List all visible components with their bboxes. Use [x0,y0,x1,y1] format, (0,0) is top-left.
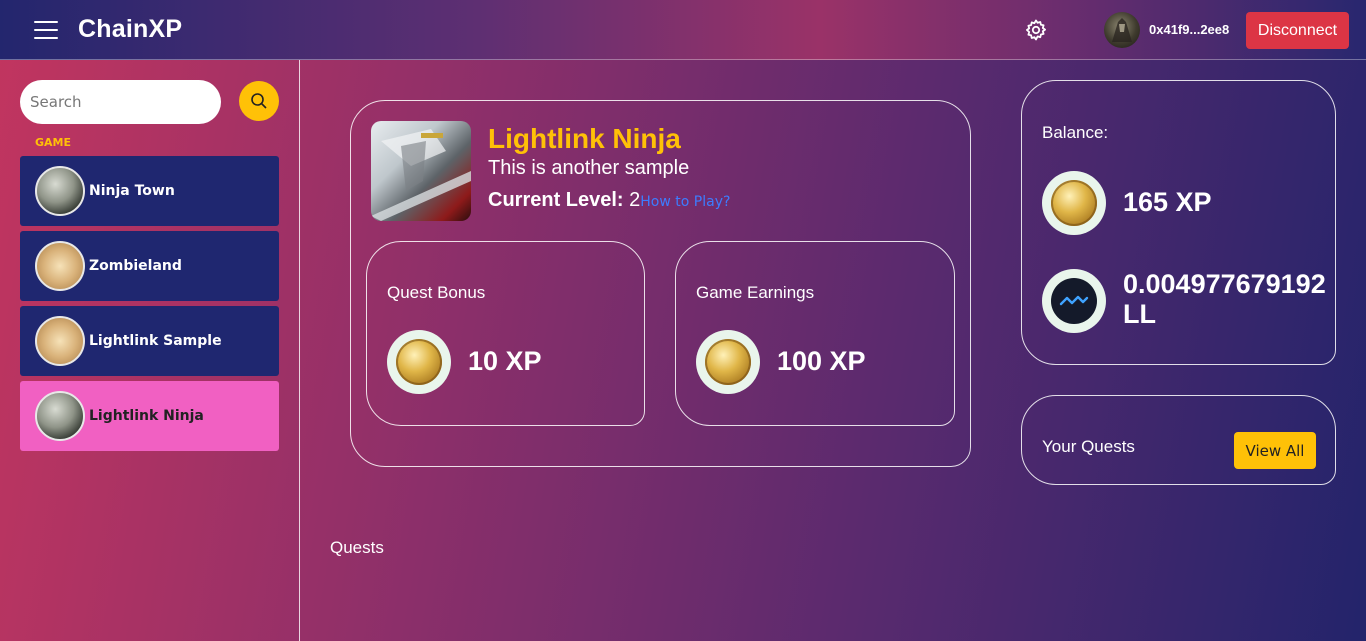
level-label: Current Level: [488,189,624,211]
sidebar-item-zombieland[interactable]: Zombieland [20,231,279,301]
section-label-game: GAME [35,136,72,149]
balance-ll: 0.004977679192 LL [1123,269,1326,329]
your-quests-card: Your Quests View All [1021,395,1336,485]
sidebar-item-label: Lightlink Sample [89,333,222,349]
disconnect-button[interactable]: Disconnect [1246,12,1349,49]
balance-xp: 165 XP [1123,187,1212,217]
game-title: Lightlink Ninja [488,123,681,154]
current-level: Current Level: 2How to Play? [488,189,730,212]
sidebar-item-ninja-town[interactable]: Ninja Town [20,156,279,226]
gear-icon[interactable] [1024,18,1048,42]
your-quests-label: Your Quests [1042,437,1135,456]
game-cover-image [371,121,471,221]
level-value: 2 [623,189,641,211]
game-thumbnail [35,166,85,216]
avatar[interactable] [1104,12,1140,48]
sidebar: GAME Ninja Town Zombieland Lightlink Sam… [0,60,300,641]
game-thumbnail [35,241,85,291]
how-to-play-link[interactable]: How to Play? [640,194,730,210]
top-bar: ChainXP 0x41f9...2ee8 Disconnect [0,0,1366,60]
balance-card: Balance: 165 XP 0.004977679192 LL [1021,80,1336,365]
view-all-button[interactable]: View All [1234,432,1316,469]
game-thumbnail [35,391,85,441]
lightlink-token-icon [1042,269,1106,333]
search-button[interactable] [239,81,279,121]
search-input[interactable] [20,80,221,124]
quest-bonus-card: Quest Bonus 10 XP [366,241,645,426]
game-thumbnail [35,316,85,366]
game-description: This is another sample [488,157,690,179]
sidebar-item-lightlink-ninja[interactable]: Lightlink Ninja [20,381,279,451]
wallet-address: 0x41f9...2ee8 [1149,22,1230,37]
search-icon [251,93,267,109]
sidebar-item-label: Ninja Town [89,183,175,199]
xp-coin-icon [387,330,451,394]
quest-bonus-label: Quest Bonus [387,283,486,302]
sidebar-item-label: Lightlink Ninja [89,408,204,424]
game-earnings-label: Game Earnings [696,283,815,302]
balance-label: Balance: [1042,123,1109,142]
game-info-card: Lightlink Ninja This is another sample C… [350,100,971,467]
game-earnings-card: Game Earnings 100 XP [675,241,955,426]
game-earnings-value: 100 XP [777,346,866,376]
hamburger-icon[interactable] [34,21,58,39]
quests-heading: Quests [330,538,384,557]
sidebar-item-label: Zombieland [89,258,182,274]
quest-bonus-value: 10 XP [468,346,542,376]
xp-coin-icon [696,330,760,394]
xp-coin-icon [1042,171,1106,235]
brand-title: ChainXP [78,15,183,43]
sidebar-item-lightlink-sample[interactable]: Lightlink Sample [20,306,279,376]
